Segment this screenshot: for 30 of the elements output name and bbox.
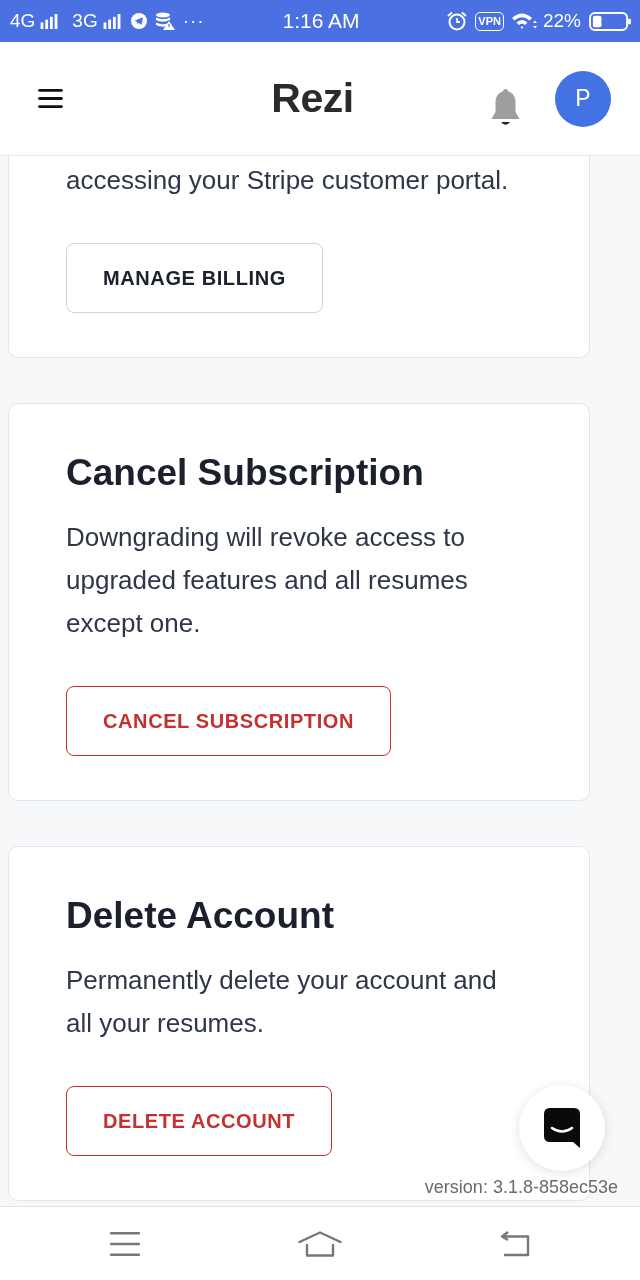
- more-notifications: ···: [182, 10, 205, 32]
- action-button[interactable]: CANCEL SUBSCRIPTION: [66, 686, 392, 756]
- bell-icon[interactable]: [489, 89, 522, 127]
- version-label: version: 3.1.8-858ec53e: [424, 1177, 618, 1198]
- battery-icon: [588, 11, 632, 31]
- card-description: accessing your Stripe customer portal.: [66, 164, 510, 197]
- signal-icon: [102, 13, 121, 29]
- vpn-badge: VPN: [475, 11, 504, 31]
- card-description: Permanently delete your account and all your resumes.: [66, 964, 498, 1040]
- network-type: 4G: [10, 10, 36, 32]
- database-warning-icon: [154, 12, 175, 30]
- action-button[interactable]: MANAGE BILLING: [66, 243, 323, 313]
- recent-apps-icon[interactable]: [110, 1231, 140, 1256]
- battery-percent: 22%: [542, 10, 581, 32]
- profile-avatar[interactable]: P: [555, 70, 611, 127]
- back-icon[interactable]: [499, 1230, 531, 1257]
- network-type: 3G: [72, 10, 98, 32]
- card-title: Delete Account: [66, 894, 335, 938]
- alarm-clock-icon: [447, 11, 468, 31]
- card-title: Cancel Subscription: [66, 451, 425, 495]
- menu-icon[interactable]: [38, 89, 63, 108]
- card-description: Downgrading will revoke access to upgraded features and all resumes except one.: [66, 521, 469, 640]
- wifi-icon: [510, 11, 537, 31]
- signal-icon: [40, 13, 59, 29]
- chat-bubble-icon: [544, 1108, 580, 1148]
- status-time: 1:16 AM: [282, 9, 360, 33]
- home-icon[interactable]: [298, 1230, 342, 1257]
- paper-plane-icon: [130, 13, 147, 29]
- app-logo[interactable]: Rezi: [271, 75, 354, 122]
- action-button[interactable]: DELETE ACCOUNT: [66, 1086, 333, 1156]
